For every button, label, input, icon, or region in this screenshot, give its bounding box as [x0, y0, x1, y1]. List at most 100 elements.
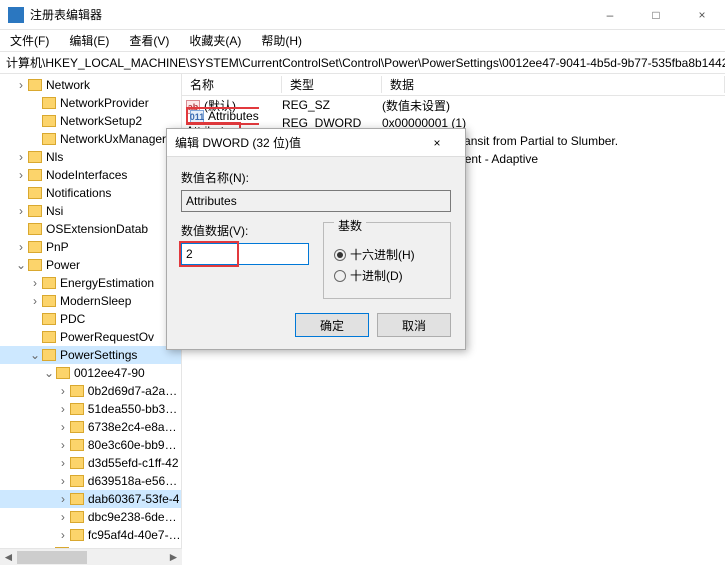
folder-icon [70, 385, 84, 397]
cancel-button[interactable]: 取消 [377, 313, 451, 337]
folder-icon [42, 295, 56, 307]
radio-icon [334, 270, 346, 282]
tree-item-label: EnergyEstimation [60, 276, 154, 290]
scroll-right-icon[interactable]: ► [165, 549, 182, 565]
folder-icon [42, 133, 56, 145]
close-button[interactable]: × [679, 0, 725, 30]
value-type: REG_SZ [282, 98, 382, 112]
key-tree[interactable]: ›NetworkNetworkProviderNetworkSetup2 Netw… [0, 74, 182, 548]
chevron-right-icon[interactable]: › [56, 384, 70, 398]
chevron-right-icon[interactable]: › [56, 456, 70, 470]
radio-dec[interactable]: 十进制(D) [334, 267, 440, 284]
radio-hex[interactable]: 十六进制(H) [334, 246, 440, 263]
dialog-close-button[interactable]: × [417, 136, 457, 150]
tree-item[interactable]: ›Nls [0, 148, 181, 166]
tree-item[interactable]: NetworkProvider [0, 94, 181, 112]
ok-button[interactable]: 确定 [295, 313, 369, 337]
chevron-down-icon[interactable]: ⌄ [14, 258, 28, 272]
menu-bar: 文件(F) 编辑(E) 查看(V) 收藏夹(A) 帮助(H) [0, 30, 725, 52]
tree-item[interactable]: › d3d55efd-c1ff-42 [0, 454, 181, 472]
tree-item-label: PowerSettings [60, 348, 137, 362]
folder-icon [42, 97, 56, 109]
tree-item[interactable]: ›PnP [0, 238, 181, 256]
tree-item[interactable]: ›d639518a-e56d-4 [0, 472, 181, 490]
chevron-down-icon[interactable]: ⌄ [42, 366, 56, 380]
tree-item[interactable]: OSExtensionDatab [0, 220, 181, 238]
tree-item[interactable]: › 6738e2c4-e8a5-4 [0, 418, 181, 436]
tree-hscroll[interactable]: ◄ ► [0, 548, 182, 565]
chevron-right-icon[interactable]: › [14, 78, 28, 92]
tree-item[interactable]: ›dab60367-53fe-4 [0, 490, 181, 508]
value-data-input[interactable] [181, 243, 309, 265]
menu-help[interactable]: 帮助(H) [257, 30, 306, 51]
folder-icon [42, 115, 56, 127]
tree-item[interactable]: ›Network [0, 76, 181, 94]
chevron-right-icon[interactable]: › [14, 204, 28, 218]
tree-item[interactable]: ›80e3c60e-bb94-4 [0, 436, 181, 454]
value-name-input [181, 190, 451, 212]
value-data-label: 数值数据(V): [181, 222, 309, 239]
col-data[interactable]: 数据 [382, 76, 725, 93]
chevron-right-icon[interactable]: › [28, 294, 42, 308]
tree-item[interactable]: ›NodeInterfaces [0, 166, 181, 184]
folder-icon [28, 223, 42, 235]
chevron-right-icon[interactable]: › [28, 276, 42, 290]
chevron-right-icon[interactable]: › [14, 150, 28, 164]
tree-item[interactable]: › 51dea550-bb38-4 [0, 400, 181, 418]
radio-icon [334, 249, 346, 261]
folder-icon [28, 187, 42, 199]
tree-item[interactable]: ›dbc9e238-6de9-4 [0, 508, 181, 526]
chevron-right-icon[interactable]: › [56, 420, 70, 434]
tree-item[interactable]: ⌄Power [0, 256, 181, 274]
tree-item[interactable]: ›0b2d69d7-a2a1-4 [0, 382, 181, 400]
tree-item-label: NetworkUxManager [60, 132, 166, 146]
tree-item[interactable]: NetworkUxManager [0, 130, 181, 148]
folder-icon [56, 367, 70, 379]
minimize-button[interactable]: – [587, 0, 633, 30]
scroll-left-icon[interactable]: ◄ [0, 549, 17, 565]
chevron-right-icon[interactable]: › [56, 438, 70, 452]
chevron-down-icon[interactable]: ⌄ [28, 348, 42, 362]
chevron-right-icon[interactable]: › [14, 168, 28, 182]
menu-view[interactable]: 查看(V) [125, 30, 173, 51]
tree-item[interactable]: › fc95af4d-40e7-4b [0, 526, 181, 544]
tree-item[interactable]: PowerRequestOv [0, 328, 181, 346]
tree-item[interactable]: ›ModernSleep [0, 292, 181, 310]
edit-dword-dialog: 编辑 DWORD (32 位)值 × 数值名称(N): 数值数据(V): 基数 … [166, 128, 466, 350]
tree-item-label: Nsi [46, 204, 63, 218]
folder-icon [28, 205, 42, 217]
folder-icon [70, 529, 84, 541]
tree-item[interactable]: › Nsi [0, 202, 181, 220]
tree-item[interactable]: ⌄0012ee47-90 [0, 364, 181, 382]
tree-item[interactable]: PDC [0, 310, 181, 328]
chevron-right-icon[interactable]: › [56, 402, 70, 416]
tree-item-label: 51dea550-bb38-4 [88, 402, 181, 416]
chevron-right-icon[interactable]: › [56, 474, 70, 488]
base-fieldset: 基数 十六进制(H) 十进制(D) [323, 222, 451, 299]
tree-item-label: fc95af4d-40e7-4b [88, 528, 181, 542]
tree-item-label: d3d55efd-c1ff-42 [88, 456, 179, 470]
tree-item[interactable]: ⌄ PowerSettings [0, 346, 181, 364]
chevron-right-icon[interactable]: › [56, 510, 70, 524]
menu-favorites[interactable]: 收藏夹(A) [185, 30, 245, 51]
folder-icon [70, 475, 84, 487]
path-text: 计算机\HKEY_LOCAL_MACHINE\SYSTEM\CurrentCon… [6, 54, 725, 71]
maximize-button[interactable]: □ [633, 0, 679, 30]
address-bar[interactable]: 计算机\HKEY_LOCAL_MACHINE\SYSTEM\CurrentCon… [0, 52, 725, 74]
chevron-right-icon[interactable]: › [56, 528, 70, 542]
col-name[interactable]: 名称 [182, 76, 282, 93]
folder-icon [28, 169, 42, 181]
chevron-right-icon[interactable]: › [56, 492, 70, 506]
scroll-thumb[interactable] [17, 551, 87, 564]
tree-item[interactable]: NetworkSetup2 [0, 112, 181, 130]
menu-file[interactable]: 文件(F) [6, 30, 53, 51]
tree-item-label: PowerRequestOv [60, 330, 154, 344]
tree-item-label: 6738e2c4-e8a5-4 [88, 420, 181, 434]
tree-item[interactable]: Notifications [0, 184, 181, 202]
tree-item[interactable]: › EnergyEstimation [0, 274, 181, 292]
col-type[interactable]: 类型 [282, 76, 382, 93]
chevron-right-icon[interactable]: › [14, 240, 28, 254]
window-title: 注册表编辑器 [30, 6, 587, 23]
folder-icon [70, 511, 84, 523]
menu-edit[interactable]: 编辑(E) [65, 30, 113, 51]
